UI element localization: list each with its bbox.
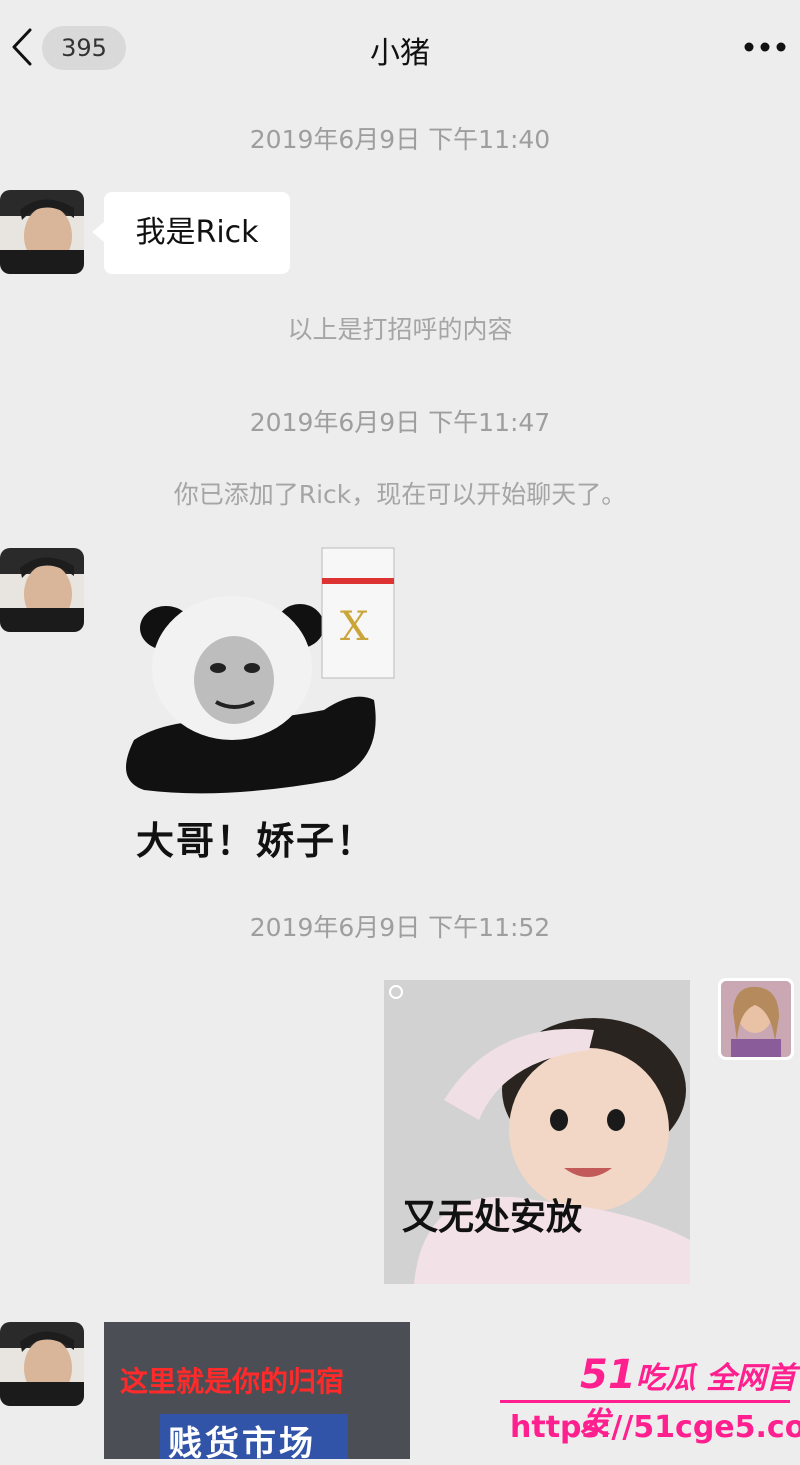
system-message: 你已添加了Rick，现在可以开始聊天了。 <box>173 480 627 509</box>
timestamp: 2019年6月9日 下午11:52 <box>249 913 551 942</box>
avatar[interactable] <box>0 190 84 274</box>
watermark-url: https://51cge5.com <box>510 1410 800 1445</box>
timestamp: 2019年6月9日 下午11:40 <box>249 125 551 154</box>
watermark-divider <box>500 1400 790 1403</box>
timestamp: 2019年6月9日 下午11:47 <box>249 408 551 437</box>
avatar[interactable] <box>0 548 84 632</box>
my-avatar[interactable] <box>718 978 794 1060</box>
system-message: 以上是打招呼的内容 <box>287 315 513 344</box>
message-bubble[interactable]: 我是Rick <box>92 192 290 274</box>
sticker-caption: 大哥！娇子！ <box>136 819 377 863</box>
avatar[interactable] <box>0 1322 84 1406</box>
svg-text:X: X <box>340 604 369 650</box>
sticker-caption: 又无处安放 <box>402 1197 583 1238</box>
more-icon[interactable] <box>742 40 788 54</box>
sticker-sign-text: 贱货市场 <box>168 1424 316 1464</box>
sticker-red-text: 这里就是你的归宿 <box>120 1365 345 1398</box>
watermark-number: 51 <box>580 1352 636 1398</box>
chat-title: 小猪 <box>370 36 430 71</box>
